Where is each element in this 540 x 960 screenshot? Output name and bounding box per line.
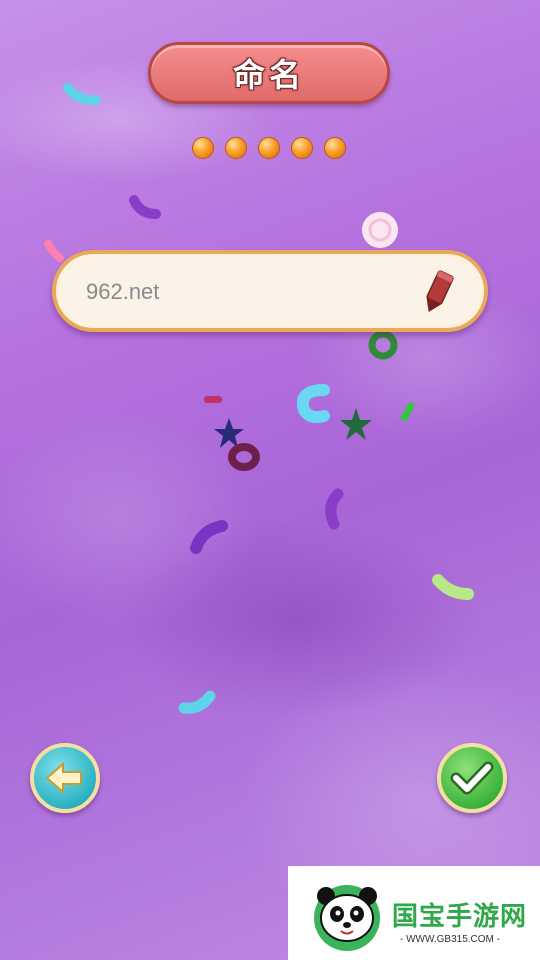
watermark-brand: 国宝手游网: [392, 902, 528, 932]
candy-ring-green: [368, 330, 398, 360]
confirm-button[interactable]: [437, 743, 507, 813]
title-banner: 命名: [148, 42, 390, 104]
panda-logo: [314, 885, 380, 951]
site-watermark: 国宝手游网 - WWW.GB315.COM -: [288, 866, 540, 960]
candy-worm-cyan: [63, 83, 101, 106]
arrow-left-icon: [45, 762, 82, 794]
progress-dot: [291, 137, 313, 159]
candy-worm-purple: [129, 195, 161, 219]
candy-worm-purple-2: [325, 488, 344, 530]
progress-dot: [324, 137, 346, 159]
back-button[interactable]: [30, 743, 100, 813]
candy-ring-maroon: [228, 443, 260, 471]
page-title: 命名: [232, 56, 305, 94]
watermark-url: - WWW.GB315.COM -: [400, 934, 500, 945]
progress-dot: [192, 137, 214, 159]
candy-worm-lime: [432, 574, 474, 600]
star-green: [340, 408, 372, 440]
candy-worm-cyan-3: [178, 690, 216, 714]
name-input[interactable]: [86, 272, 406, 312]
candy-mint-white: [362, 212, 398, 248]
pencil-icon[interactable]: [416, 268, 460, 316]
progress-dots: [192, 137, 346, 159]
name-field-container[interactable]: [52, 250, 488, 332]
candy-sprinkle-green: [400, 402, 415, 422]
candy-sprinkle-pink: [204, 396, 222, 403]
candy-worm-purple-3: [190, 520, 228, 554]
candy-worm-cyan-2: [297, 384, 330, 424]
progress-dot: [258, 137, 280, 159]
checkmark-icon: [450, 761, 494, 795]
candy-worm-pink: [44, 240, 64, 262]
progress-dot: [225, 137, 247, 159]
